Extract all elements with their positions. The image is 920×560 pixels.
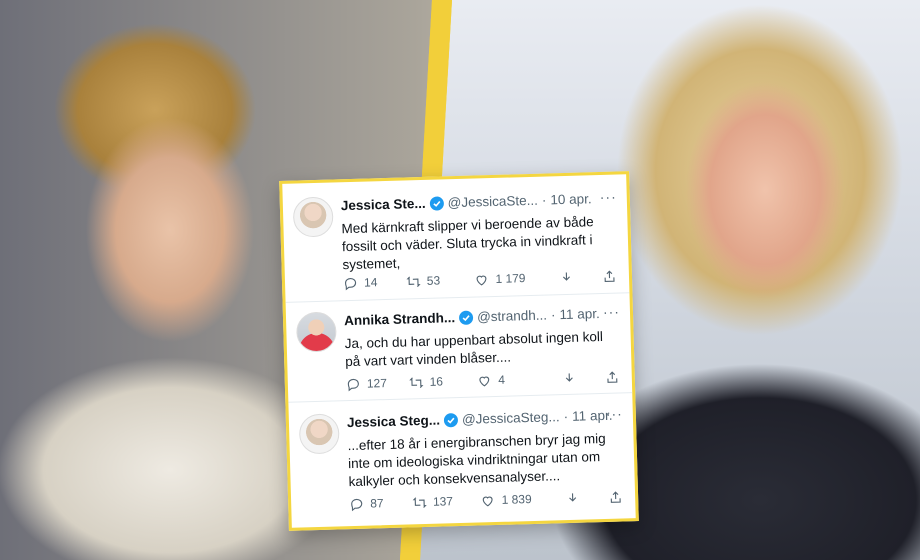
- author-name[interactable]: Annika Strandh...: [344, 310, 455, 328]
- like-icon: [476, 275, 487, 285]
- more-options-icon[interactable]: ···: [600, 189, 617, 205]
- tweet-header: Jessica Steg... @JessicaSteg... · 11 apr…: [347, 407, 623, 430]
- tweet-2[interactable]: Annika Strandh... @strandh... · 11 apr. …: [285, 292, 633, 403]
- tweet-text: ...efter 18 år i energibranschen bryr ja…: [347, 430, 606, 490]
- reply-button[interactable]: 87: [349, 495, 412, 512]
- verified-icon: [443, 412, 459, 427]
- like-button[interactable]: 4: [477, 371, 562, 388]
- like-icon: [479, 376, 490, 386]
- more-options-icon[interactable]: ···: [603, 303, 620, 319]
- reply-icon: [347, 378, 359, 391]
- retweet-button[interactable]: 137: [412, 493, 481, 510]
- avatar[interactable]: [295, 311, 337, 353]
- tweet-1[interactable]: Jessica Ste... @JessicaSte... · 10 apr. …: [282, 174, 629, 302]
- verified-icon: [429, 195, 444, 211]
- tweet-actions: 127 16 4: [346, 368, 620, 394]
- download-button[interactable]: [565, 489, 609, 505]
- tweet-date[interactable]: 10 apr.: [550, 191, 592, 207]
- download-button[interactable]: [559, 268, 603, 284]
- retweet-count: 53: [426, 273, 441, 288]
- avatar[interactable]: [292, 196, 334, 238]
- download-button[interactable]: [561, 369, 605, 385]
- retweet-button[interactable]: 16: [408, 373, 477, 390]
- author-name[interactable]: Jessica Steg...: [347, 413, 440, 431]
- share-icon: [607, 370, 618, 383]
- avatar[interactable]: [298, 413, 340, 455]
- reply-count: 14: [363, 275, 378, 290]
- tweet-actions: 87 137 1 839: [349, 487, 623, 513]
- separator: ·: [563, 408, 569, 425]
- share-icon: [604, 269, 615, 282]
- reply-count: 127: [366, 376, 388, 391]
- tweet-text: Med kärnkraft slipper vi beroende av båd…: [341, 214, 594, 273]
- retweet-count: 137: [432, 494, 454, 509]
- like-count: 1 179: [495, 271, 526, 286]
- download-icon: [565, 372, 573, 382]
- like-button[interactable]: 1 179: [474, 270, 559, 287]
- share-button[interactable]: [605, 369, 620, 384]
- retweet-icon: [406, 275, 421, 287]
- tweet-header: Jessica Ste... @JessicaSte... · 10 apr.: [341, 191, 617, 213]
- author-handle[interactable]: @JessicaSte...: [447, 193, 538, 211]
- reply-button[interactable]: 14: [343, 274, 406, 291]
- like-button[interactable]: 1 839: [480, 491, 565, 508]
- share-icon: [610, 490, 621, 503]
- author-name[interactable]: Jessica Ste...: [341, 196, 426, 213]
- author-handle[interactable]: @JessicaSteg...: [462, 409, 560, 427]
- separator: ·: [541, 192, 547, 208]
- author-handle[interactable]: @strandh...: [477, 308, 547, 325]
- more-options-icon[interactable]: ···: [606, 405, 623, 421]
- retweet-icon: [409, 376, 424, 388]
- share-button[interactable]: [608, 489, 623, 504]
- like-icon: [483, 495, 494, 506]
- reply-icon: [344, 277, 357, 290]
- tweet-date[interactable]: 11 apr.: [559, 306, 600, 322]
- tweet-header: Annika Strandh... @strandh... · 11 apr.: [344, 305, 620, 328]
- reply-icon: [351, 498, 363, 511]
- like-count: 4: [498, 372, 506, 387]
- retweet-button[interactable]: 53: [406, 272, 475, 289]
- retweet-icon: [412, 496, 427, 508]
- share-button[interactable]: [602, 268, 617, 283]
- tweet-3[interactable]: Jessica Steg... @JessicaSteg... · 11 apr…: [288, 392, 636, 531]
- reply-button[interactable]: 127: [346, 375, 409, 392]
- retweet-count: 16: [429, 374, 444, 389]
- like-count: 1 839: [501, 492, 532, 507]
- tweet-text: Ja, och du har uppenbart absolut ingen k…: [344, 328, 604, 370]
- tweet-thread-card: Jessica Ste... @JessicaSte... · 10 apr. …: [279, 171, 639, 531]
- reply-count: 87: [370, 496, 384, 511]
- download-icon: [568, 492, 576, 502]
- verified-icon: [458, 310, 474, 325]
- separator: ·: [550, 307, 556, 323]
- download-icon: [562, 271, 570, 281]
